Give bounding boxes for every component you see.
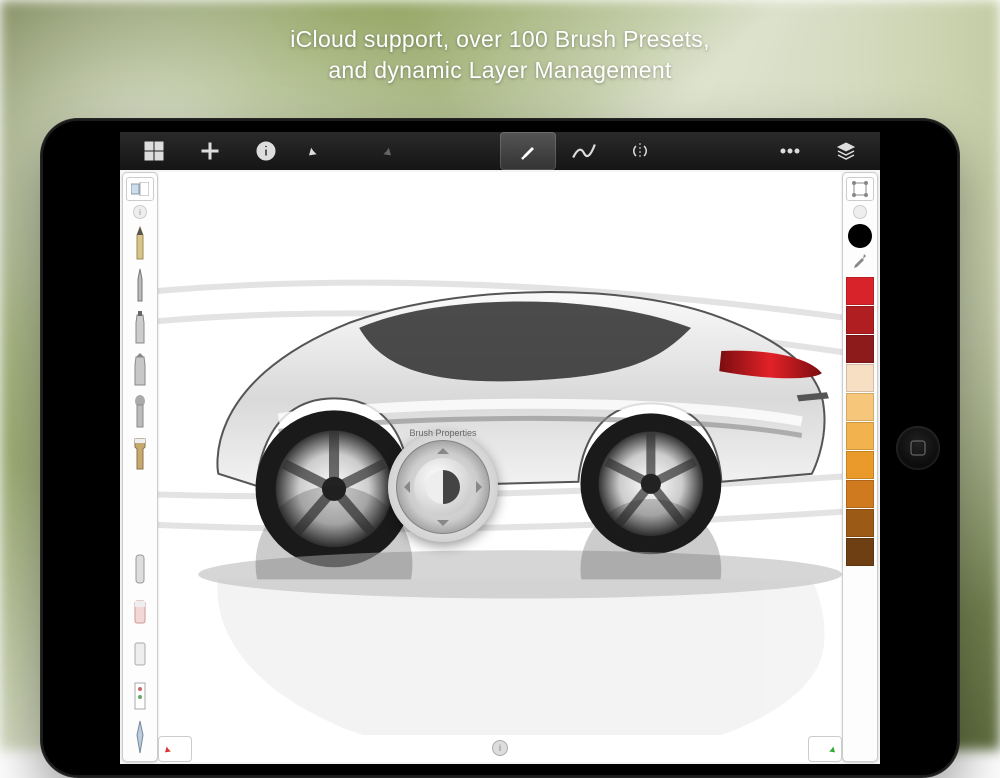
puck-arrow-up-icon (437, 442, 449, 454)
color-swatch-2[interactable] (846, 335, 874, 363)
color-swatch-7[interactable] (846, 480, 874, 508)
layers-button[interactable] (818, 132, 874, 170)
stroke-style-button[interactable] (556, 132, 612, 170)
color-swatch-5[interactable] (846, 422, 874, 450)
brush-eraser-soft[interactable] (131, 635, 149, 671)
brush-smudge[interactable] (131, 551, 149, 587)
brush-rail: i (122, 172, 158, 762)
transform-button[interactable] (846, 177, 874, 201)
caption-line-2: and dynamic Layer Management (328, 57, 671, 83)
color-swatch-3[interactable] (846, 364, 874, 392)
brush-flat-brush[interactable] (131, 435, 149, 471)
gallery-button[interactable] (126, 132, 182, 170)
drawing-canvas[interactable]: Brush Properties i (158, 172, 842, 762)
color-swatch-4[interactable] (846, 393, 874, 421)
brush-fine-pen[interactable] (131, 267, 149, 303)
color-rail-hint-icon[interactable] (853, 205, 867, 219)
current-color-swatch[interactable] (848, 224, 872, 248)
brush-tool-button[interactable] (500, 132, 556, 170)
canvas-info-dot[interactable]: i (492, 740, 508, 756)
puck-arrow-down-icon (437, 520, 449, 532)
brush-library-button[interactable] (126, 177, 154, 201)
ipad-home-button[interactable] (896, 426, 940, 470)
app-screen: Brush Properties i i (120, 132, 880, 764)
brush-eraser-hard[interactable] (131, 593, 149, 629)
corner-undo-button[interactable] (158, 736, 192, 762)
eyedropper-button[interactable] (852, 252, 868, 274)
app-body: Brush Properties i i (120, 170, 880, 764)
brush-puck-label: Brush Properties (388, 428, 498, 438)
brush-pattern[interactable] (131, 677, 149, 713)
marketing-caption: iCloud support, over 100 Brush Presets, … (0, 24, 1000, 86)
symmetry-button[interactable] (612, 132, 668, 170)
color-swatch-6[interactable] (846, 451, 874, 479)
caption-line-1: iCloud support, over 100 Brush Presets, (290, 26, 710, 52)
ipad-frame: Brush Properties i i (40, 118, 960, 778)
color-rail (842, 172, 878, 762)
add-button[interactable] (182, 132, 238, 170)
color-swatch-8[interactable] (846, 509, 874, 537)
puck-arrow-left-icon (398, 481, 410, 493)
info-button[interactable] (238, 132, 294, 170)
brush-chisel[interactable] (131, 351, 149, 387)
redo-button[interactable] (350, 132, 406, 170)
corner-redo-button[interactable] (808, 736, 842, 762)
brush-airbrush[interactable] (131, 393, 149, 429)
undo-button[interactable] (294, 132, 350, 170)
more-button[interactable] (762, 132, 818, 170)
brush-rail-hint-icon[interactable]: i (133, 205, 147, 219)
top-toolbar (120, 132, 880, 170)
color-swatch-9[interactable] (846, 538, 874, 566)
brush-marker-tip[interactable] (131, 309, 149, 345)
brush-properties-puck[interactable]: Brush Properties (388, 432, 498, 542)
puck-arrow-right-icon (476, 481, 488, 493)
color-swatch-1[interactable] (846, 306, 874, 334)
brush-pencil[interactable] (131, 225, 149, 261)
color-swatch-0[interactable] (846, 277, 874, 305)
